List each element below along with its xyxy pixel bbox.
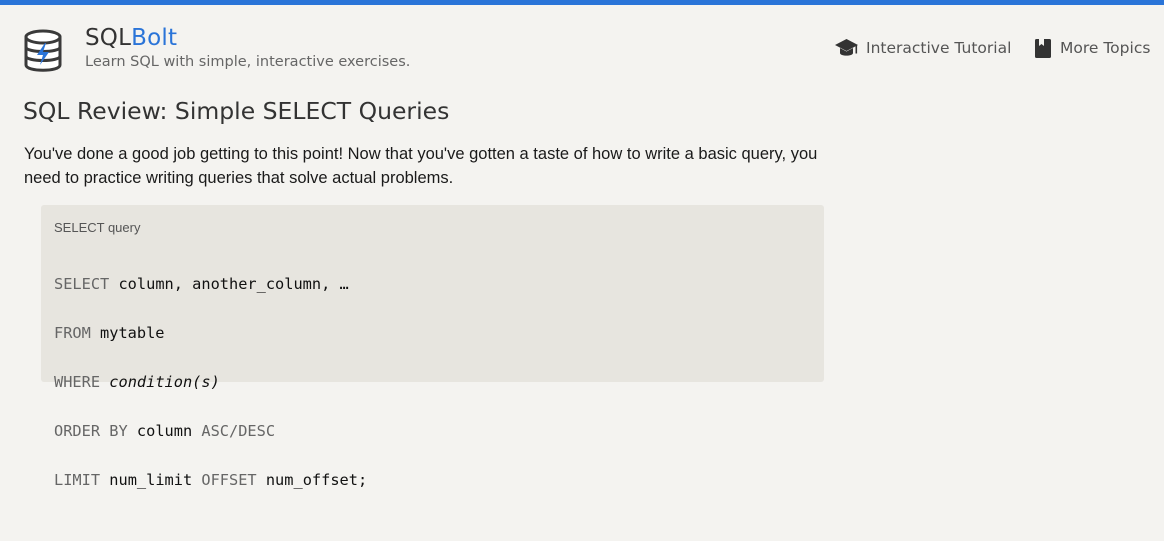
code-line-limit: LIMIT num_limit OFFSET num_offset; (54, 468, 367, 493)
intro-text: You've done a good job getting to this p… (24, 145, 818, 187)
nav-topics-label: More Topics (1060, 39, 1151, 57)
sql-keyword: WHERE (54, 372, 101, 391)
sql-text: mytable (90, 323, 165, 342)
sql-text: num_limit (100, 470, 202, 489)
sql-text: column (127, 421, 202, 440)
code-line-where: WHERE condition(s) (54, 370, 367, 395)
code-block: SELECT query SELECT column, another_colu… (41, 205, 824, 489)
graduation-cap-icon (835, 39, 858, 56)
sql-text: column, another_column, … (109, 274, 349, 293)
code-line-select: SELECT column, another_column, … (54, 272, 367, 297)
sql-keyword: ORDER BY (54, 421, 128, 440)
sql-keyword: OFFSET (201, 470, 257, 489)
database-bolt-icon[interactable] (23, 28, 63, 74)
tagline: Learn SQL with simple, interactive exerc… (85, 54, 411, 70)
nav-interactive-tutorial[interactable]: Interactive Tutorial (834, 36, 1011, 60)
code-block-body: SELECT column, another_column, … FROM my… (54, 247, 367, 541)
brand-name[interactable]: SQLBolt (85, 24, 177, 52)
top-accent-bar (0, 0, 1164, 5)
sql-keyword: LIMIT (54, 470, 101, 489)
nav-tutorial-label: Interactive Tutorial (866, 39, 1012, 57)
brand-suffix: Bolt (131, 25, 178, 51)
sql-text: condition(s) (109, 372, 220, 391)
sql-text: num_offset; (256, 470, 368, 489)
sql-keyword: SELECT (54, 274, 110, 293)
page-title: SQL Review: Simple SELECT Queries (23, 97, 450, 125)
code-line-from: FROM mytable (54, 321, 367, 346)
sql-keyword: FROM (54, 323, 91, 342)
code-line-order-by: ORDER BY column ASC/DESC (54, 419, 367, 444)
book-icon (1035, 39, 1051, 58)
nav-more-topics[interactable]: More Topics (1033, 36, 1150, 60)
brand-prefix: SQL (85, 25, 132, 51)
code-block-caption: SELECT query (54, 220, 141, 235)
sql-keyword: ASC/DESC (201, 421, 276, 440)
